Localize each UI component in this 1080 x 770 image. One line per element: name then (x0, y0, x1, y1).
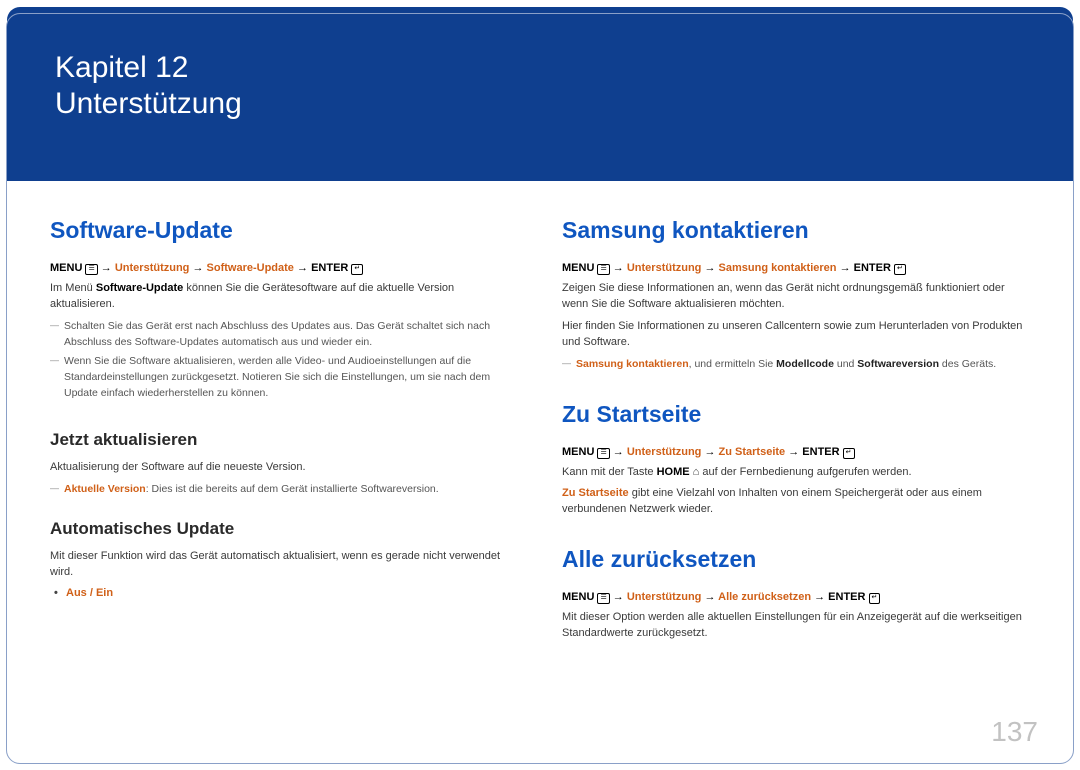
section-software-update: Software-Update MENU ☰ → Unterstützung →… (50, 217, 518, 402)
nav-path-software-update: MENU ☰ → Unterstützung → Software-Update… (50, 262, 518, 275)
section-home: Zu Startseite MENU ☰ → Unterstützung → Z… (562, 401, 1030, 519)
heading-contact-samsung: Samsung kontaktieren (562, 217, 1030, 244)
enter-icon: ↵ (869, 593, 881, 604)
software-update-notes: Schalten Sie das Gerät erst nach Abschlu… (50, 319, 518, 402)
home-line2: Zu Startseite gibt eine Vielzahl von Inh… (562, 486, 1030, 518)
home-line1: Kann mit der Taste HOME ⌂ auf der Fernbe… (562, 465, 1030, 481)
enter-icon: ↵ (894, 264, 906, 275)
heading-auto-update: Automatisches Update (50, 519, 518, 539)
note-item: Schalten Sie das Gerät erst nach Abschlu… (64, 319, 518, 351)
menu-icon: ☰ (597, 264, 609, 275)
note-item: Aktuelle Version: Dies ist die bereits a… (64, 482, 518, 498)
heading-update-now: Jetzt aktualisieren (50, 430, 518, 450)
note-item: Wenn Sie die Software aktualisieren, wer… (64, 354, 518, 401)
auto-update-options: Aus / Ein (50, 587, 518, 599)
contact-p2: Hier finden Sie Informationen zu unseren… (562, 319, 1030, 351)
chapter-banner: Kapitel 12 Unterstützung (7, 7, 1073, 181)
option-on-off: Aus / Ein (66, 587, 518, 599)
left-column: Software-Update MENU ☰ → Unterstützung →… (50, 217, 518, 670)
update-now-note: Aktuelle Version: Dies ist die bereits a… (50, 482, 518, 498)
page-number: 137 (991, 716, 1038, 748)
contact-note: Samsung kontaktieren, und ermitteln Sie … (562, 357, 1030, 373)
nav-path-home: MENU ☰ → Unterstützung → Zu Startseite →… (562, 446, 1030, 459)
note-item: Samsung kontaktieren, und ermitteln Sie … (576, 357, 1030, 373)
heading-software-update: Software-Update (50, 217, 518, 244)
right-column: Samsung kontaktieren MENU ☰ → Unterstütz… (562, 217, 1030, 670)
enter-icon: ↵ (843, 448, 855, 459)
menu-icon: ☰ (597, 593, 609, 604)
heading-reset-all: Alle zurücksetzen (562, 546, 1030, 573)
auto-update-text: Mit dieser Funktion wird das Gerät autom… (50, 549, 518, 581)
section-contact-samsung: Samsung kontaktieren MENU ☰ → Unterstütz… (562, 217, 1030, 373)
menu-icon: ☰ (597, 448, 609, 459)
menu-icon: ☰ (85, 264, 97, 275)
chapter-title: Unterstützung (55, 87, 1025, 121)
software-update-intro: Im Menü Software-Update können Sie die G… (50, 281, 518, 313)
content-area: Software-Update MENU ☰ → Unterstützung →… (0, 181, 1080, 670)
nav-path-reset: MENU ☰ → Unterstützung → Alle zurücksetz… (562, 591, 1030, 604)
heading-home: Zu Startseite (562, 401, 1030, 428)
nav-path-contact: MENU ☰ → Unterstützung → Samsung kontakt… (562, 262, 1030, 275)
home-icon: ⌂ (690, 466, 703, 478)
chapter-number: Kapitel 12 (55, 51, 1025, 85)
enter-icon: ↵ (351, 264, 363, 275)
reset-text: Mit dieser Option werden alle aktuellen … (562, 610, 1030, 642)
contact-p1: Zeigen Sie diese Informationen an, wenn … (562, 281, 1030, 313)
update-now-text: Aktualisierung der Software auf die neue… (50, 460, 518, 476)
section-reset-all: Alle zurücksetzen MENU ☰ → Unterstützung… (562, 546, 1030, 642)
